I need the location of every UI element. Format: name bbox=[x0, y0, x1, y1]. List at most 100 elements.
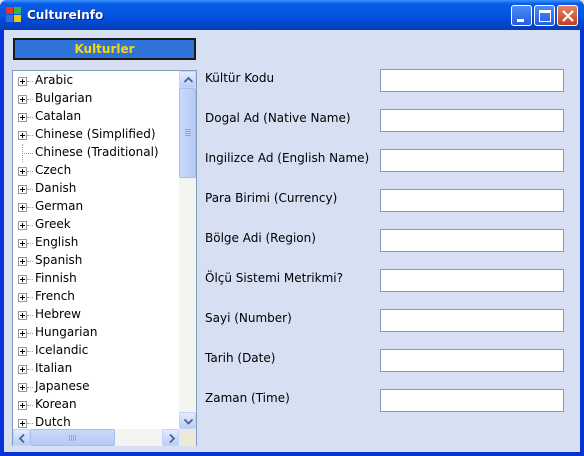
tree-item-label: Hebrew bbox=[35, 307, 81, 321]
field-label: Sayi (Number) bbox=[205, 311, 292, 325]
scrollbar-corner bbox=[179, 429, 196, 446]
tree-item[interactable]: German bbox=[13, 198, 179, 216]
tree-item[interactable]: Bulgarian bbox=[13, 90, 179, 108]
maximize-button[interactable] bbox=[534, 5, 555, 26]
field-input[interactable] bbox=[380, 69, 564, 92]
tree-item-label: Bulgarian bbox=[35, 91, 93, 105]
tree-item-label: Arabic bbox=[35, 73, 74, 87]
tree-item[interactable]: Korean bbox=[13, 396, 179, 414]
tree-item[interactable]: Czech bbox=[13, 162, 179, 180]
tree-item-label: German bbox=[35, 199, 84, 213]
tree-item[interactable]: English bbox=[13, 234, 179, 252]
tree-item-label: Dutch bbox=[35, 415, 71, 429]
tree-item-label: Greek bbox=[35, 217, 71, 231]
tree-item-label: Hungarian bbox=[35, 325, 98, 339]
expand-plus-icon[interactable] bbox=[18, 401, 27, 410]
kulturler-button[interactable]: Kulturler bbox=[13, 38, 196, 60]
expand-plus-icon[interactable] bbox=[18, 365, 27, 374]
scroll-left-button[interactable] bbox=[13, 429, 30, 446]
tree-item[interactable]: Hebrew bbox=[13, 306, 179, 324]
chevron-right-icon bbox=[169, 433, 176, 444]
field-input[interactable] bbox=[380, 269, 564, 292]
app-window: CultureInfo Kulturler Arabic Bulgarian Cat… bbox=[0, 0, 584, 456]
scroll-up-button[interactable] bbox=[179, 71, 196, 88]
field-input[interactable] bbox=[380, 309, 564, 332]
tree-item[interactable]: Japanese bbox=[13, 378, 179, 396]
field-input[interactable] bbox=[380, 109, 564, 132]
field-label: Kültür Kodu bbox=[205, 71, 275, 85]
scroll-down-button[interactable] bbox=[179, 412, 196, 429]
tree-item[interactable]: Spanish bbox=[13, 252, 179, 270]
tree-item[interactable]: Arabic bbox=[13, 72, 179, 90]
minimize-button[interactable] bbox=[511, 5, 532, 26]
minimize-icon bbox=[517, 19, 524, 22]
field-label: Ingilizce Ad (English Name) bbox=[205, 151, 370, 165]
expand-plus-icon[interactable] bbox=[18, 293, 27, 302]
field-input[interactable] bbox=[380, 189, 564, 212]
horizontal-scroll-thumb[interactable] bbox=[30, 429, 115, 446]
scroll-right-button[interactable] bbox=[162, 429, 179, 446]
field-label: Zaman (Time) bbox=[205, 391, 290, 405]
expand-plus-icon[interactable] bbox=[18, 203, 27, 212]
field-input[interactable] bbox=[380, 149, 564, 172]
title-bar[interactable]: CultureInfo bbox=[0, 0, 584, 30]
tree-item[interactable]: Catalan bbox=[13, 108, 179, 126]
expand-plus-icon[interactable] bbox=[18, 77, 27, 86]
tree-item-label: Finnish bbox=[35, 271, 77, 285]
chevron-left-icon bbox=[18, 433, 25, 444]
tree-item-label: French bbox=[35, 289, 75, 303]
expand-plus-icon[interactable] bbox=[18, 239, 27, 248]
expand-plus-icon[interactable] bbox=[18, 275, 27, 284]
expand-plus-icon[interactable] bbox=[18, 221, 27, 230]
tree-item-label: Icelandic bbox=[35, 343, 89, 357]
window-title: CultureInfo bbox=[27, 8, 104, 22]
expand-plus-icon[interactable] bbox=[18, 329, 27, 338]
expand-plus-icon[interactable] bbox=[18, 383, 27, 392]
vertical-scroll-thumb[interactable] bbox=[179, 88, 196, 178]
tree-item-label: Danish bbox=[35, 181, 77, 195]
tree-item[interactable]: Chinese (Traditional) bbox=[13, 144, 179, 162]
tree-item-label: Spanish bbox=[35, 253, 83, 267]
expand-plus-icon[interactable] bbox=[18, 419, 27, 428]
close-icon bbox=[562, 10, 574, 22]
field-input[interactable] bbox=[380, 389, 564, 412]
tree-item[interactable]: Danish bbox=[13, 180, 179, 198]
expand-plus-icon[interactable] bbox=[18, 131, 27, 140]
tree-item[interactable]: Hungarian bbox=[13, 324, 179, 342]
expand-plus-icon[interactable] bbox=[18, 257, 27, 266]
tree-item-label: Japanese bbox=[35, 379, 90, 393]
tree-item[interactable]: French bbox=[13, 288, 179, 306]
maximize-icon bbox=[539, 10, 551, 22]
field-input[interactable] bbox=[380, 349, 564, 372]
field-label: Bölge Adi (Region) bbox=[205, 231, 316, 245]
app-icon[interactable] bbox=[6, 7, 22, 23]
expand-plus-icon[interactable] bbox=[18, 95, 27, 104]
chevron-up-icon bbox=[183, 76, 194, 83]
tree-item[interactable]: Dutch bbox=[13, 414, 179, 429]
vertical-scrollbar[interactable] bbox=[179, 71, 196, 429]
expand-plus-icon[interactable] bbox=[18, 185, 27, 194]
culture-tree-view[interactable]: Arabic Bulgarian Catalan Chinese (Simplifie… bbox=[12, 70, 197, 446]
expand-plus-icon[interactable] bbox=[18, 347, 27, 356]
field-input[interactable] bbox=[380, 229, 564, 252]
tree-item-label: Italian bbox=[35, 361, 73, 375]
expand-plus-icon[interactable] bbox=[18, 113, 27, 122]
tree-item-label: English bbox=[35, 235, 79, 249]
field-label: Ölçü Sistemi Metrikmi? bbox=[205, 271, 343, 285]
close-button[interactable] bbox=[557, 5, 578, 26]
field-label: Dogal Ad (Native Name) bbox=[205, 111, 351, 125]
client-area: Kulturler Arabic Bulgarian Catalan Chinese … bbox=[4, 30, 580, 452]
tree-item[interactable]: Finnish bbox=[13, 270, 179, 288]
expand-plus-icon[interactable] bbox=[18, 311, 27, 320]
tree-item[interactable]: Chinese (Simplified) bbox=[13, 126, 179, 144]
tree-item-label: Chinese (Simplified) bbox=[35, 127, 156, 141]
tree-item[interactable]: Italian bbox=[13, 360, 179, 378]
tree-item-label: Czech bbox=[35, 163, 72, 177]
field-label: Para Birimi (Currency) bbox=[205, 191, 338, 205]
tree-item-label: Catalan bbox=[35, 109, 82, 123]
tree-item[interactable]: Icelandic bbox=[13, 342, 179, 360]
expand-plus-icon[interactable] bbox=[18, 167, 27, 176]
horizontal-scrollbar[interactable] bbox=[13, 429, 179, 446]
tree-item-label: Korean bbox=[35, 397, 77, 411]
tree-item[interactable]: Greek bbox=[13, 216, 179, 234]
